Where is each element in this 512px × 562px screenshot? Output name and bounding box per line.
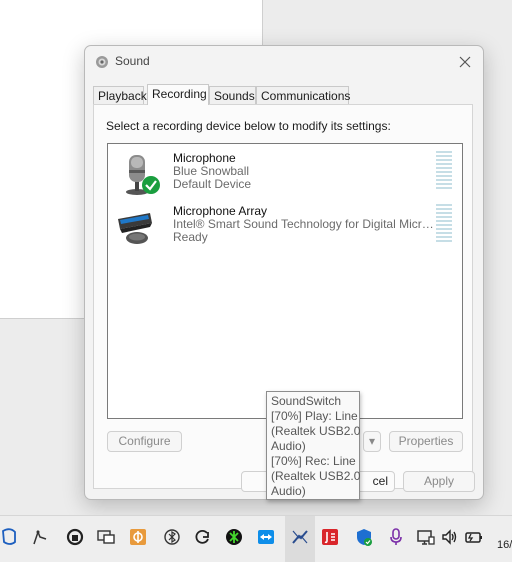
battery-icon[interactable]: [464, 527, 484, 547]
close-button[interactable]: [455, 52, 475, 72]
device-list[interactable]: Microphone Blue Snowball Default Device: [107, 143, 463, 419]
tooltip-line: (Realtek USB2.0: [271, 469, 361, 483]
tab-playback[interactable]: Playback: [93, 86, 147, 104]
sync-icon[interactable]: [192, 527, 212, 547]
tooltip-line: [70%] Play: Line: [271, 409, 358, 423]
soundswitch-icon[interactable]: [290, 527, 310, 547]
volume-icon[interactable]: [440, 527, 460, 547]
set-default-dropdown[interactable]: ▾: [363, 431, 381, 452]
dialog-title: Sound: [115, 54, 150, 68]
tooltip-line: [70%] Rec: Line: [271, 454, 356, 468]
tooltip-line: SoundSwitch: [271, 394, 342, 408]
device-item-microphone-array[interactable]: Microphone Array Intel® Smart Sound Tech…: [108, 201, 462, 251]
tab-sounds[interactable]: Sounds: [209, 86, 256, 104]
device-status: Default Device: [173, 178, 252, 191]
adobe-icon[interactable]: [320, 527, 340, 547]
vpn-icon[interactable]: [128, 527, 148, 547]
pen-icon[interactable]: [30, 527, 50, 547]
device-name: Microphone: [173, 151, 236, 165]
title-bar: Sound: [85, 46, 483, 78]
device-item-microphone[interactable]: Microphone Blue Snowball Default Device: [108, 148, 462, 198]
device-text-microphone: Microphone Blue Snowball Default Device: [173, 152, 435, 191]
device-status: Ready: [173, 231, 208, 244]
instruction-text: Select a recording device below to modif…: [106, 119, 391, 133]
device-name: Microphone Array: [173, 204, 268, 218]
configure-button[interactable]: Configure: [107, 431, 182, 452]
tab-recording[interactable]: Recording: [147, 84, 209, 105]
display-icon[interactable]: [416, 527, 436, 547]
speaker-icon: [96, 56, 108, 68]
device-description: Blue Snowball: [173, 165, 250, 178]
tab-communications[interactable]: Communications: [256, 86, 350, 104]
tooltip-line: (Realtek USB2.0: [271, 424, 361, 438]
level-meter: [436, 151, 452, 193]
taskbar: 16/: [0, 515, 512, 562]
device-text-microphone-array: Microphone Array Intel® Smart Sound Tech…: [173, 205, 435, 244]
teamviewer-icon[interactable]: [256, 527, 276, 547]
remote-icon[interactable]: [96, 527, 116, 547]
apply-button[interactable]: Apply: [403, 471, 475, 492]
clock-date[interactable]: 16/: [497, 539, 512, 551]
tooltip-line: Audio): [271, 439, 306, 453]
microphone-array-icon: [118, 213, 152, 244]
level-meter: [436, 204, 452, 246]
razer-icon[interactable]: [224, 527, 244, 547]
soundswitch-tooltip: SoundSwitch [70%] Play: Line (Realtek US…: [266, 391, 360, 500]
properties-button[interactable]: Properties: [389, 431, 463, 452]
microphone-icon[interactable]: [386, 527, 406, 547]
security-icon[interactable]: [65, 527, 85, 547]
bluetooth-icon[interactable]: [162, 527, 182, 547]
defender-icon[interactable]: [354, 527, 374, 547]
microphone-icon: [126, 155, 160, 195]
device-description: Intel® Smart Sound Technology for Digita…: [173, 218, 435, 231]
copilot-icon[interactable]: [0, 527, 20, 547]
tooltip-line: Audio): [271, 484, 306, 498]
